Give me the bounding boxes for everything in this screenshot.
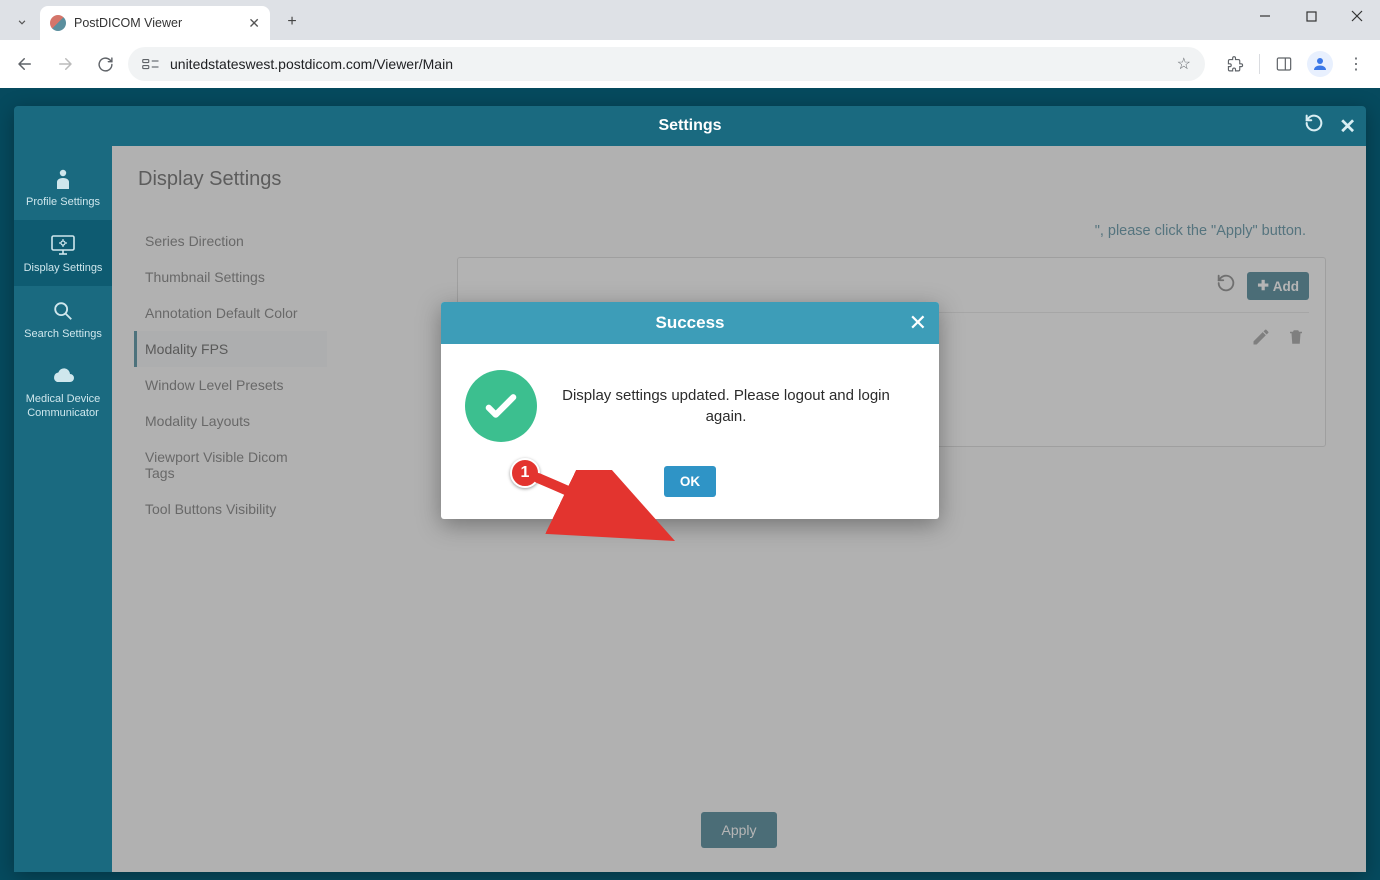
success-check-icon xyxy=(465,370,537,442)
window-close-button[interactable] xyxy=(1334,0,1380,32)
settings-title: Settings xyxy=(658,117,721,135)
profile-button[interactable] xyxy=(1304,48,1336,80)
reload-button[interactable] xyxy=(88,47,122,81)
ok-button[interactable]: OK xyxy=(664,466,716,497)
dialog-header: Success ✕ xyxy=(441,302,939,344)
maximize-button[interactable] xyxy=(1288,0,1334,32)
new-tab-button[interactable]: + xyxy=(278,8,306,36)
reload-icon xyxy=(97,56,114,73)
arrow-left-icon xyxy=(16,55,34,73)
profile-avatar-icon xyxy=(1307,51,1333,77)
back-button[interactable] xyxy=(8,47,42,81)
site-info-icon[interactable] xyxy=(142,57,160,71)
dialog-message: Display settings updated. Please logout … xyxy=(557,385,915,427)
dialog-footer: OK xyxy=(441,452,939,519)
arrow-right-icon xyxy=(56,55,74,73)
window-controls xyxy=(1242,0,1380,32)
person-icon xyxy=(54,166,72,192)
cloud-icon xyxy=(50,363,76,389)
chevron-down-icon xyxy=(15,15,29,29)
success-dialog: Success ✕ Display settings updated. Plea… xyxy=(441,302,939,519)
nav-label: Search Settings xyxy=(24,328,102,342)
settings-close-button[interactable]: ✕ xyxy=(1339,114,1356,139)
extensions-icon[interactable] xyxy=(1219,48,1251,80)
tab-search-dropdown[interactable] xyxy=(8,8,36,36)
settings-header: Settings ✕ xyxy=(14,106,1366,146)
toolbar-right: ⋮ xyxy=(1211,48,1372,80)
tab-strip: PostDICOM Viewer ✕ + xyxy=(0,0,1380,40)
browser-chrome: PostDICOM Viewer ✕ + unitedstateswest.po… xyxy=(0,0,1380,88)
minimize-button[interactable] xyxy=(1242,0,1288,32)
nav-profile-settings[interactable]: Profile Settings xyxy=(14,154,112,220)
nav-label: Profile Settings xyxy=(26,196,100,210)
sidepanel-icon[interactable] xyxy=(1268,48,1300,80)
nav-medical-device-communicator[interactable]: Medical Device Communicator xyxy=(14,351,112,431)
nav-label: Medical Device Communicator xyxy=(18,393,108,421)
refresh-icon xyxy=(1303,112,1325,134)
settings-refresh-button[interactable] xyxy=(1303,112,1325,140)
tab-title: PostDICOM Viewer xyxy=(74,16,240,30)
close-icon[interactable]: ✕ xyxy=(248,15,260,32)
address-bar[interactable]: unitedstateswest.postdicom.com/Viewer/Ma… xyxy=(128,47,1205,81)
bookmark-star-icon[interactable]: ☆ xyxy=(1177,54,1191,74)
browser-menu-button[interactable]: ⋮ xyxy=(1340,48,1372,80)
dialog-body: Display settings updated. Please logout … xyxy=(441,344,939,452)
favicon-icon xyxy=(50,15,66,31)
address-bar-row: unitedstateswest.postdicom.com/Viewer/Ma… xyxy=(0,40,1380,88)
url-text: unitedstateswest.postdicom.com/Viewer/Ma… xyxy=(170,56,1167,72)
search-icon xyxy=(52,298,74,324)
nav-search-settings[interactable]: Search Settings xyxy=(14,286,112,352)
dialog-title: Success xyxy=(656,313,725,333)
browser-tab[interactable]: PostDICOM Viewer ✕ xyxy=(40,6,270,40)
dialog-close-button[interactable]: ✕ xyxy=(909,310,927,336)
nav-label: Display Settings xyxy=(24,262,103,276)
app-area: Settings ✕ Profile Settings xyxy=(0,88,1380,880)
settings-nav: Profile Settings Display Settings Search… xyxy=(14,146,112,872)
nav-display-settings[interactable]: Display Settings xyxy=(14,220,112,286)
forward-button[interactable] xyxy=(48,47,82,81)
toolbar-separator xyxy=(1259,54,1260,74)
monitor-gear-icon xyxy=(50,232,76,258)
